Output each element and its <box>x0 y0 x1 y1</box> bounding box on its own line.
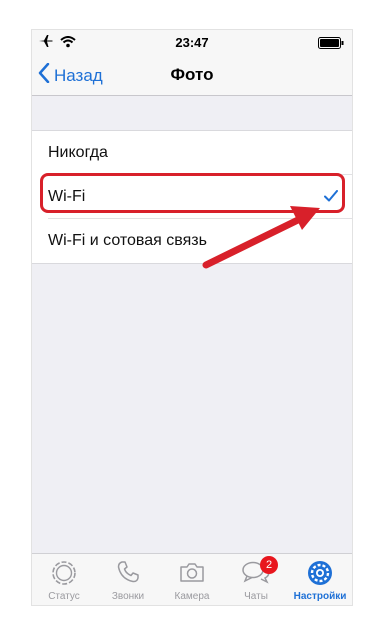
camera-icon <box>178 559 206 590</box>
tab-label: Чаты <box>244 591 268 602</box>
tab-label: Камера <box>174 591 210 602</box>
gear-icon <box>306 559 334 592</box>
phone-screen: 23:47 Назад Фото Никогда Wi-Fi Wi-Fi и с <box>32 30 352 605</box>
tab-calls[interactable]: Звонки <box>96 554 160 605</box>
tab-label: Статус <box>48 591 80 602</box>
tab-label: Звонки <box>111 591 145 602</box>
tab-settings[interactable]: Настройки <box>288 554 352 605</box>
annotation-arrow-icon <box>202 206 320 269</box>
status-ring-icon <box>50 559 78 592</box>
phone-icon <box>115 559 141 590</box>
tab-chats[interactable]: 2 Чаты <box>224 554 288 605</box>
tab-status[interactable]: Статус <box>32 554 96 605</box>
tab-bar: Статус Звонки Камера 2 Чаты Настройки <box>32 553 352 605</box>
tab-label: Настройки <box>293 591 347 602</box>
unread-count-badge: 2 <box>260 556 278 574</box>
tab-camera[interactable]: Камера <box>160 554 224 605</box>
